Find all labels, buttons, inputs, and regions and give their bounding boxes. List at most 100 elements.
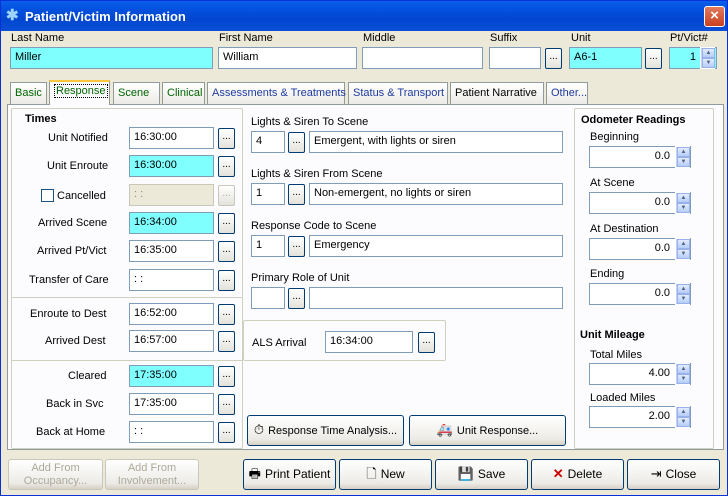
suffix-field[interactable] [489, 47, 541, 69]
back-svc-field[interactable]: 17:35:00 [129, 393, 214, 415]
back-home-button[interactable]: ... [218, 422, 235, 443]
spin-down-icon[interactable]: ▼ [677, 249, 690, 259]
tab-clinical[interactable]: Clinical [162, 82, 205, 104]
delete-x-icon: ✕ [552, 466, 564, 481]
spin-up-icon[interactable]: ▲ [677, 364, 690, 374]
unit-notified-field[interactable]: 16:30:00 [129, 127, 214, 149]
arrived-scene-field[interactable]: 16:34:00 [129, 212, 214, 234]
total-miles-spinner[interactable]: ▲ ▼ [675, 363, 690, 385]
ls-from-scene-button[interactable]: ... [288, 184, 305, 205]
at-scene-spinner[interactable]: ▲ ▼ [675, 192, 690, 214]
spin-up-icon[interactable]: ▲ [677, 407, 690, 417]
unit-field[interactable]: A6-1 [569, 47, 642, 69]
loaded-miles-spinner[interactable]: ▲ ▼ [675, 406, 690, 428]
at-dest-spinner[interactable]: ▲ ▼ [675, 238, 690, 260]
first-name-field[interactable]: William [218, 47, 357, 69]
tab-basic[interactable]: Basic [10, 82, 47, 104]
spin-up-icon[interactable]: ▲ [677, 284, 690, 294]
tab-assessments[interactable]: Assessments & Treatments [207, 82, 346, 104]
response-time-analysis-button[interactable]: ⏱ Response Time Analysis... [247, 415, 404, 446]
new-button[interactable]: 🗋 New [339, 459, 432, 490]
als-arrival-button[interactable]: ... [418, 332, 435, 353]
primary-role-desc[interactable] [309, 287, 563, 309]
close-window-button[interactable]: × [704, 6, 725, 27]
unit-enroute-label: Unit Enroute [47, 160, 109, 172]
add-inv-line1: Add From [127, 462, 177, 474]
als-arrival-field[interactable]: 16:34:00 [325, 331, 413, 353]
enroute-dest-label: Enroute to Dest [30, 308, 107, 320]
spin-up-icon[interactable]: ▲ [677, 147, 690, 157]
cleared-label: Cleared [68, 370, 107, 382]
unit-lookup-button[interactable]: ... [645, 48, 662, 69]
back-home-label: Back at Home [36, 426, 106, 438]
stopwatch-icon: ⏱ [253, 422, 265, 437]
response-code-button[interactable]: ... [288, 236, 305, 257]
ls-from-scene-code[interactable]: 1 [251, 183, 285, 205]
cancelled-button: ... [218, 185, 235, 206]
unit-enroute-button[interactable]: ... [218, 156, 235, 177]
unit-notified-button[interactable]: ... [218, 128, 235, 149]
add-from-occupancy-button: Add From Occupancy... [8, 459, 103, 490]
print-patient-button[interactable]: 🖶 Print Patient [243, 459, 336, 490]
ls-to-scene-code[interactable]: 4 [251, 131, 285, 153]
enroute-dest-field[interactable]: 16:52:00 [129, 303, 214, 325]
transfer-care-field[interactable]: : : [129, 269, 214, 291]
suffix-lookup-button[interactable]: ... [545, 48, 562, 69]
arrived-dest-button[interactable]: ... [218, 331, 235, 352]
spin-up-icon[interactable]: ▲ [702, 48, 715, 58]
tab-status-transport[interactable]: Status & Transport [348, 82, 448, 104]
unit-notified-label: Unit Notified [48, 132, 108, 144]
last-name-field[interactable]: Miller [10, 47, 213, 69]
spin-down-icon[interactable]: ▼ [677, 374, 690, 384]
ptvict-spinner[interactable]: ▲ ▼ [700, 47, 715, 69]
spin-up-icon[interactable]: ▲ [677, 193, 690, 203]
arrived-pt-field[interactable]: 16:35:00 [129, 240, 214, 262]
response-code-field[interactable]: 1 [251, 235, 285, 257]
spin-up-icon[interactable]: ▲ [677, 239, 690, 249]
spin-down-icon[interactable]: ▼ [677, 294, 690, 304]
delete-button[interactable]: ✕ Delete [531, 459, 624, 490]
ls-to-scene-desc[interactable]: Emergent, with lights or siren [309, 131, 563, 153]
spin-down-icon[interactable]: ▼ [677, 203, 690, 213]
middle-name-field[interactable] [362, 47, 483, 69]
save-button[interactable]: 💾 Save [435, 459, 528, 490]
back-svc-button[interactable]: ... [218, 394, 235, 415]
tab-other[interactable]: Other... [546, 82, 588, 104]
arrived-scene-button[interactable]: ... [218, 213, 235, 234]
times-divider [12, 297, 242, 298]
primary-role-label: Primary Role of Unit [251, 272, 350, 284]
primary-role-code[interactable] [251, 287, 285, 309]
spin-down-icon[interactable]: ▼ [677, 417, 690, 427]
tab-scene[interactable]: Scene [113, 82, 160, 104]
mileage-heading: Unit Mileage [580, 329, 645, 341]
transfer-care-button[interactable]: ... [218, 270, 235, 291]
arrived-dest-field[interactable]: 16:57:00 [129, 330, 214, 352]
cleared-button[interactable]: ... [218, 366, 235, 387]
tab-patient-narrative[interactable]: Patient Narrative [450, 82, 544, 104]
unit-response-button[interactable]: 🚑 Unit Response... [409, 415, 566, 446]
close-button[interactable]: ⇥ Close [627, 459, 720, 490]
ending-spinner[interactable]: ▲ ▼ [675, 283, 690, 305]
spin-down-icon[interactable]: ▼ [702, 58, 715, 68]
print-label: Print Patient [264, 467, 331, 481]
back-svc-label: Back in Svc [46, 398, 104, 410]
ls-from-scene-desc[interactable]: Non-emergent, no lights or siren [309, 183, 563, 205]
delete-label: Delete [567, 467, 603, 481]
back-home-field[interactable]: : : [129, 421, 214, 443]
ls-to-scene-button[interactable]: ... [288, 132, 305, 153]
response-code-desc[interactable]: Emergency [309, 235, 563, 257]
ptvict-label: Pt/Vict# [670, 32, 708, 44]
total-miles-label: Total Miles [590, 349, 642, 361]
tab-response[interactable]: Response [49, 80, 110, 105]
cancelled-checkbox[interactable] [41, 189, 54, 202]
beginning-spinner[interactable]: ▲ ▼ [675, 146, 690, 168]
primary-role-button[interactable]: ... [288, 288, 305, 309]
new-document-icon: 🗋 [366, 466, 377, 481]
unit-enroute-field[interactable]: 16:30:00 [129, 155, 214, 177]
arrived-scene-label: Arrived Scene [38, 217, 108, 229]
spin-down-icon[interactable]: ▼ [677, 157, 690, 167]
enroute-dest-button[interactable]: ... [218, 304, 235, 325]
cleared-field[interactable]: 17:35:00 [129, 365, 214, 387]
floppy-disk-icon: 💾 [457, 466, 474, 481]
arrived-pt-button[interactable]: ... [218, 241, 235, 262]
